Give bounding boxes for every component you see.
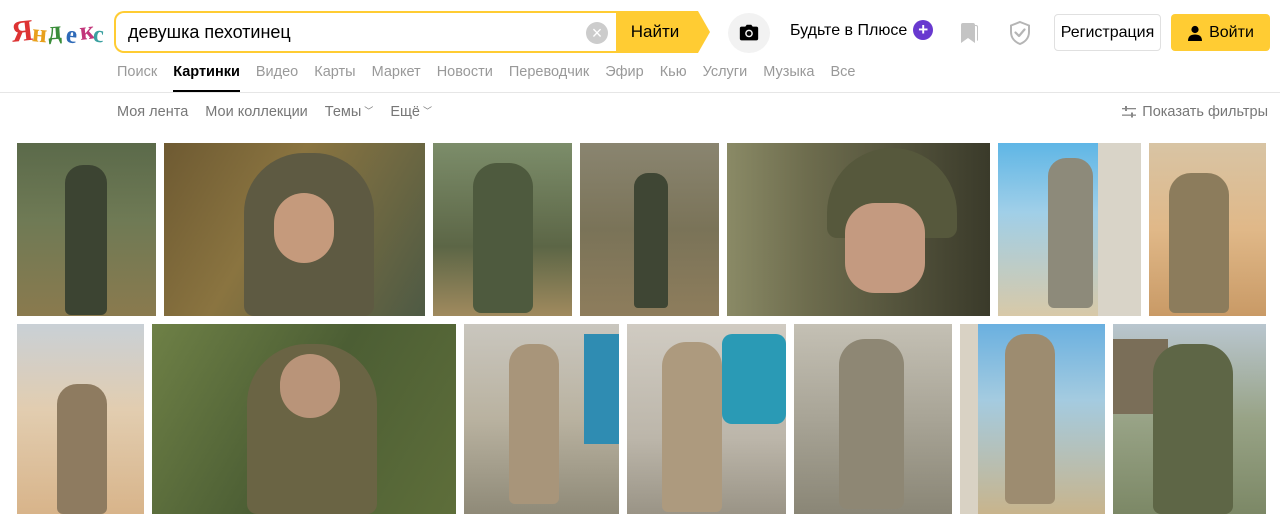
login-label: Войти (1209, 23, 1254, 41)
filter-sliders-icon (1122, 106, 1137, 118)
clear-search-icon[interactable]: × (586, 22, 608, 44)
more-label: Ещё (390, 104, 420, 120)
chevron-down-icon: ﹀ (364, 106, 374, 116)
camera-icon (739, 24, 759, 41)
search-form: × Найти (114, 11, 710, 53)
find-button[interactable]: Найти (616, 11, 698, 53)
image-result[interactable] (152, 324, 456, 514)
tab-news[interactable]: Новости (437, 62, 493, 92)
image-result[interactable] (998, 143, 1141, 316)
svg-text:с: с (92, 22, 105, 49)
my-feed-link[interactable]: Моя лента (117, 104, 188, 120)
svg-text:е: е (65, 21, 79, 49)
tab-translate[interactable]: Переводчик (509, 62, 589, 92)
image-result[interactable] (794, 324, 952, 514)
image-result[interactable] (1149, 143, 1266, 316)
show-filters-label: Показать фильтры (1142, 104, 1268, 120)
image-result[interactable] (960, 324, 1105, 514)
tab-images[interactable]: Картинки (173, 62, 240, 92)
themes-label: Темы (324, 104, 362, 120)
my-collections-link[interactable]: Мои коллекции (205, 104, 308, 120)
yandex-logo[interactable]: Я н д е к с (10, 6, 106, 54)
svg-text:д: д (47, 15, 63, 46)
show-filters-link[interactable]: Показать фильтры (1122, 104, 1268, 120)
register-button[interactable]: Регистрация (1054, 14, 1161, 51)
image-result[interactable] (17, 143, 156, 316)
image-search-button[interactable] (728, 13, 770, 53)
plus-promo-label: Будьте в Плюсе (790, 22, 908, 39)
svg-text:н: н (31, 18, 48, 48)
search-box: × (114, 11, 616, 53)
image-result[interactable] (464, 324, 619, 514)
header-divider (0, 92, 1280, 93)
bookmark-icon[interactable] (958, 21, 982, 45)
images-subnav: Моя лента Мои коллекции Темы ﹀ Ещё ﹀ (117, 104, 449, 120)
image-result[interactable] (580, 143, 719, 316)
image-result[interactable] (627, 324, 786, 514)
image-result[interactable] (433, 143, 572, 316)
search-input[interactable] (116, 13, 616, 51)
find-button-arrow (698, 11, 710, 53)
image-result[interactable] (164, 143, 425, 316)
tab-all[interactable]: Все (831, 62, 856, 92)
tab-q[interactable]: Кью (660, 62, 687, 92)
tab-music[interactable]: Музыка (763, 62, 814, 92)
more-dropdown[interactable]: Ещё ﹀ (390, 104, 432, 120)
plus-icon: + (913, 20, 938, 44)
image-result[interactable] (17, 324, 144, 514)
tab-efir[interactable]: Эфир (605, 62, 644, 92)
themes-dropdown[interactable]: Темы ﹀ (325, 104, 374, 120)
image-result[interactable] (727, 143, 990, 316)
plus-promo-link[interactable]: Будьте в Плюсе + (790, 20, 938, 44)
tab-video[interactable]: Видео (256, 62, 298, 92)
login-button[interactable]: Войти (1171, 14, 1270, 51)
user-icon (1188, 25, 1203, 41)
services-nav: Поиск Картинки Видео Карты Маркет Новост… (117, 62, 872, 92)
tab-market[interactable]: Маркет (372, 62, 421, 92)
image-result[interactable] (1113, 324, 1266, 514)
shield-icon[interactable] (1007, 20, 1033, 46)
chevron-down-icon: ﹀ (422, 106, 432, 116)
tab-search[interactable]: Поиск (117, 62, 157, 92)
tab-maps[interactable]: Карты (314, 62, 355, 92)
tab-services[interactable]: Услуги (703, 62, 748, 92)
